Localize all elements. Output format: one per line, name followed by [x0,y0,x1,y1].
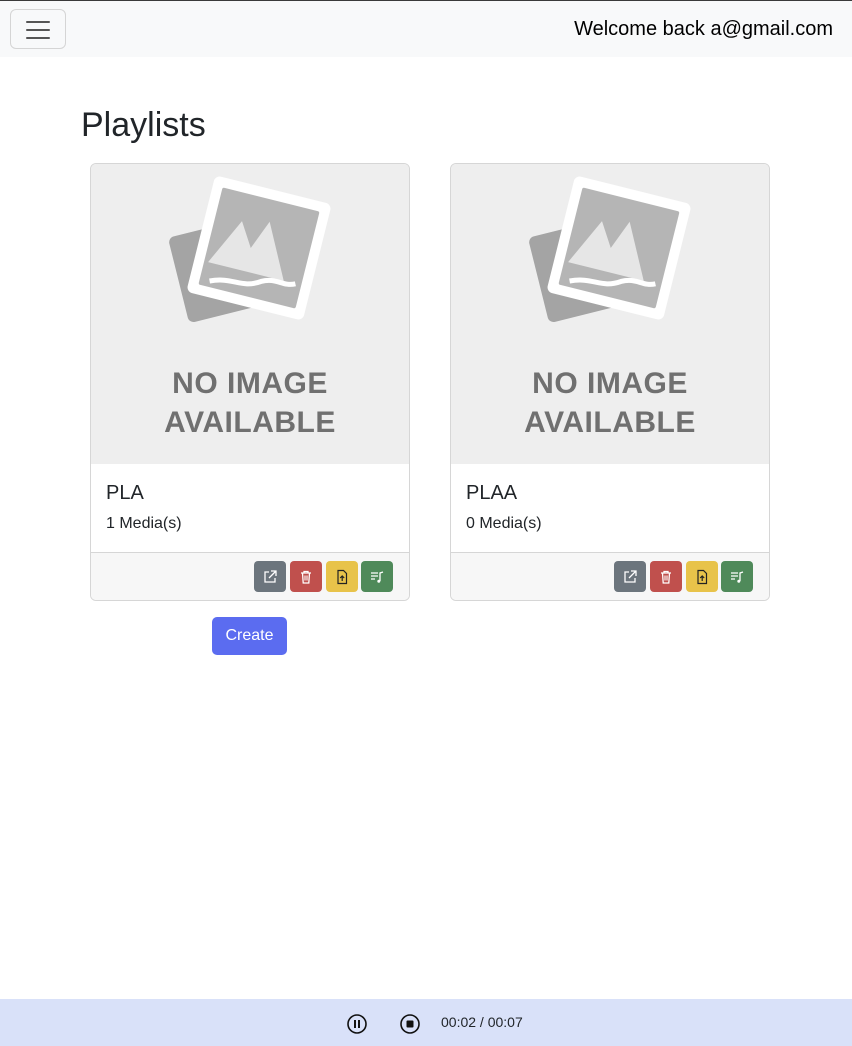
card-body: PLA 1 Media(s) [91,464,409,553]
create-playlist-button[interactable]: Create [212,617,287,655]
no-image-text-line1: NO IMAGE [532,367,688,400]
delete-playlist-button[interactable] [290,561,322,592]
delete-playlist-button[interactable] [650,561,682,592]
menu-toggle-button[interactable] [10,9,66,49]
media-player-bar: 00:02 / 00:07 [0,999,852,1046]
file-upload-icon [697,569,708,584]
play-playlist-button[interactable] [361,561,393,592]
playlist-name: PLA [106,482,144,504]
playlist-media-count: 0 Media(s) [466,515,542,532]
playlist-card: NO IMAGE AVAILABLE PLA 1 Media(s) [90,163,410,601]
playlist-image-placeholder: NO IMAGE AVAILABLE [91,164,409,464]
pause-button[interactable] [346,1013,368,1035]
hamburger-icon [26,29,50,31]
playlist-image-placeholder: NO IMAGE AVAILABLE [451,164,769,464]
trash-icon [301,570,311,584]
hamburger-icon [26,37,50,39]
trash-icon [661,570,671,584]
pause-circle-icon [347,1014,367,1034]
external-link-icon [264,569,277,583]
open-playlist-button[interactable] [614,561,646,592]
external-link-icon [624,569,637,583]
upload-media-button[interactable] [686,561,718,592]
card-footer [91,552,409,600]
no-image-text-line2: AVAILABLE [524,406,696,439]
playlist-card: NO IMAGE AVAILABLE PLAA 0 Media(s) [450,163,770,601]
playlist-media-count: 1 Media(s) [106,515,182,532]
playback-time: 00:02 / 00:07 [441,1014,523,1030]
page-title: Playlists [81,106,206,144]
no-image-text-line1: NO IMAGE [172,367,328,400]
no-image-text-line2: AVAILABLE [164,406,336,439]
card-body: PLAA 0 Media(s) [451,464,769,553]
open-playlist-button[interactable] [254,561,286,592]
music-playlist-icon [371,570,384,583]
file-upload-icon [337,569,348,584]
play-playlist-button[interactable] [721,561,753,592]
card-footer [451,552,769,600]
stop-button[interactable] [399,1013,421,1035]
playlist-name: PLAA [466,482,518,504]
stop-circle-icon [400,1014,420,1034]
welcome-text: Welcome back a@gmail.com [574,18,833,40]
hamburger-icon [26,21,50,23]
top-navbar: Welcome back a@gmail.com [0,0,852,57]
upload-media-button[interactable] [326,561,358,592]
music-playlist-icon [731,570,744,583]
